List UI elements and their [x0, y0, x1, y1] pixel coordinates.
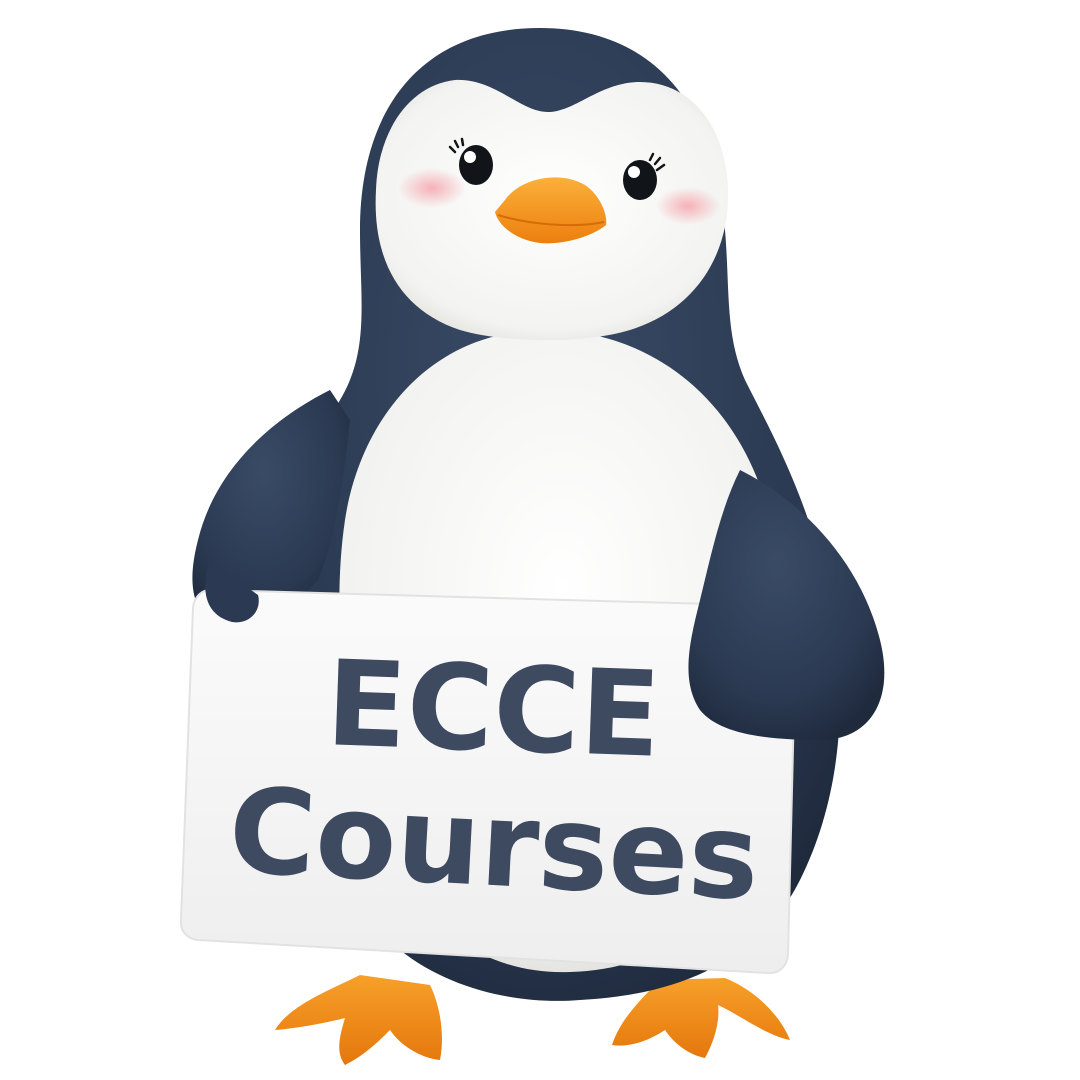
penguin-illustration: ECCE Courses: [0, 0, 1080, 1080]
right-cheek: [656, 187, 720, 225]
sign-title-line2: Courses: [226, 761, 763, 927]
left-cheek: [398, 168, 466, 208]
penguin-mascot-image: ECCE Courses: [179, 28, 885, 1065]
sign-title-line1: ECCE: [324, 634, 663, 784]
left-foot: [275, 975, 442, 1065]
